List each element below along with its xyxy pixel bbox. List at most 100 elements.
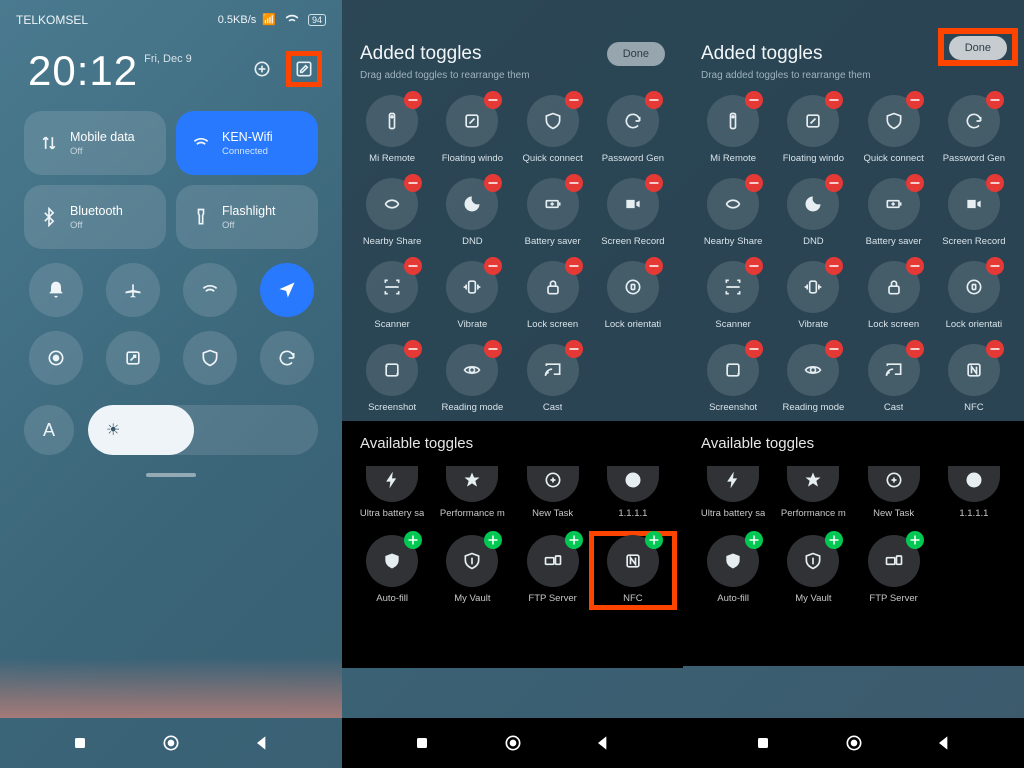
- add-badge[interactable]: [745, 531, 763, 549]
- drag-handle[interactable]: [146, 473, 196, 477]
- remove-badge[interactable]: [484, 257, 502, 275]
- toggle-new-task[interactable]: New Task: [854, 466, 934, 519]
- remove-badge[interactable]: [906, 174, 924, 192]
- toggle-screenshot[interactable]: Screenshot: [693, 344, 773, 413]
- remove-badge[interactable]: [565, 257, 583, 275]
- add-badge[interactable]: [565, 531, 583, 549]
- remove-badge[interactable]: [825, 174, 843, 192]
- toggle-vibrate[interactable]: Vibrate: [773, 261, 853, 330]
- remove-badge[interactable]: [986, 257, 1004, 275]
- remove-badge[interactable]: [745, 257, 763, 275]
- toggle-lock-screen[interactable]: Lock screen: [513, 261, 593, 330]
- toggle-nfc[interactable]: NFC: [934, 344, 1014, 413]
- nav-back[interactable]: [933, 732, 955, 754]
- toggle-shield[interactable]: [183, 331, 237, 385]
- toggle-lock-screen[interactable]: Lock screen: [854, 261, 934, 330]
- add-badge[interactable]: [825, 531, 843, 549]
- toggle-mi-remote[interactable]: Mi Remote: [352, 95, 432, 164]
- remove-badge[interactable]: [825, 257, 843, 275]
- toggle-ultra-battery[interactable]: Ultra battery sa: [693, 466, 773, 519]
- toggle-new-task[interactable]: New Task: [513, 466, 593, 519]
- remove-badge[interactable]: [484, 174, 502, 192]
- toggle-dnd[interactable]: DND: [432, 178, 512, 247]
- remove-badge[interactable]: [404, 91, 422, 109]
- toggle-my-vault[interactable]: My Vault: [773, 535, 853, 604]
- brightness-slider[interactable]: ☀: [88, 405, 318, 455]
- remove-badge[interactable]: [404, 340, 422, 358]
- toggle-floating-window[interactable]: Floating windo: [773, 95, 853, 164]
- nav-home[interactable]: [502, 732, 524, 754]
- add-badge[interactable]: [645, 531, 663, 549]
- remove-badge[interactable]: [906, 340, 924, 358]
- toggle-password-gen[interactable]: Password Gen: [593, 95, 673, 164]
- toggle-location[interactable]: [260, 263, 314, 317]
- toggle-screen-record[interactable]: Screen Record: [934, 178, 1014, 247]
- nav-recent[interactable]: [411, 732, 433, 754]
- toggle-floating[interactable]: [106, 331, 160, 385]
- remove-badge[interactable]: [484, 340, 502, 358]
- remove-badge[interactable]: [986, 174, 1004, 192]
- toggle-nfc-avail[interactable]: NFC: [593, 535, 673, 606]
- auto-brightness[interactable]: A: [24, 405, 74, 455]
- toggle-dnd[interactable]: DND: [773, 178, 853, 247]
- remove-badge[interactable]: [645, 257, 663, 275]
- remove-badge[interactable]: [645, 174, 663, 192]
- toggle-cast[interactable]: Cast: [854, 344, 934, 413]
- remove-badge[interactable]: [565, 174, 583, 192]
- toggle-ftp-server[interactable]: FTP Server: [513, 535, 593, 606]
- toggle-battery-saver[interactable]: Battery saver: [513, 178, 593, 247]
- nav-back[interactable]: [592, 732, 614, 754]
- nav-back[interactable]: [251, 732, 273, 754]
- toggle-screen-record[interactable]: Screen Record: [593, 178, 673, 247]
- toggle-cast[interactable]: Cast: [513, 344, 593, 413]
- remove-badge[interactable]: [745, 174, 763, 192]
- toggle-record[interactable]: [29, 331, 83, 385]
- add-badge[interactable]: [404, 531, 422, 549]
- toggle-one-one-one-one[interactable]: 1.1.1.1: [593, 466, 673, 519]
- nav-home[interactable]: [843, 732, 865, 754]
- toggle-auto-fill[interactable]: Auto-fill: [352, 535, 432, 606]
- toggle-scanner[interactable]: Scanner: [693, 261, 773, 330]
- toggle-bell[interactable]: [29, 263, 83, 317]
- toggle-sync[interactable]: [260, 331, 314, 385]
- remove-badge[interactable]: [986, 340, 1004, 358]
- toggle-reading-mode[interactable]: Reading mode: [773, 344, 853, 413]
- toggle-floating-window[interactable]: Floating windo: [432, 95, 512, 164]
- remove-badge[interactable]: [906, 91, 924, 109]
- remove-badge[interactable]: [404, 257, 422, 275]
- tile-flashlight[interactable]: FlashlightOff: [176, 185, 318, 249]
- toggle-screenshot[interactable]: Screenshot: [352, 344, 432, 413]
- done-button[interactable]: Done: [607, 42, 665, 66]
- toggle-auto-fill[interactable]: Auto-fill: [693, 535, 773, 604]
- remove-badge[interactable]: [565, 91, 583, 109]
- settings-icon[interactable]: [244, 51, 280, 87]
- remove-badge[interactable]: [404, 174, 422, 192]
- add-badge[interactable]: [906, 531, 924, 549]
- nav-recent[interactable]: [69, 732, 91, 754]
- toggle-performance[interactable]: Performance m: [432, 466, 512, 519]
- toggle-nearby-share[interactable]: Nearby Share: [352, 178, 432, 247]
- toggle-hotspot[interactable]: [183, 263, 237, 317]
- remove-badge[interactable]: [906, 257, 924, 275]
- remove-badge[interactable]: [825, 91, 843, 109]
- toggle-my-vault[interactable]: My Vault: [432, 535, 512, 606]
- tile-mobile-data[interactable]: Mobile dataOff: [24, 111, 166, 175]
- toggle-nearby-share[interactable]: Nearby Share: [693, 178, 773, 247]
- toggle-one-one-one-one[interactable]: 1.1.1.1: [934, 466, 1014, 519]
- remove-badge[interactable]: [745, 91, 763, 109]
- toggle-vibrate[interactable]: Vibrate: [432, 261, 512, 330]
- toggle-ftp-server[interactable]: FTP Server: [854, 535, 934, 604]
- remove-badge[interactable]: [645, 91, 663, 109]
- toggle-ultra-battery[interactable]: Ultra battery sa: [352, 466, 432, 519]
- edit-toggles-icon[interactable]: [286, 51, 322, 87]
- tile-wifi[interactable]: KEN-WifiConnected: [176, 111, 318, 175]
- toggle-lock-orientation[interactable]: Lock orientati: [934, 261, 1014, 330]
- toggle-quick-connect[interactable]: Quick connect: [854, 95, 934, 164]
- remove-badge[interactable]: [986, 91, 1004, 109]
- nav-home[interactable]: [160, 732, 182, 754]
- remove-badge[interactable]: [745, 340, 763, 358]
- toggle-battery-saver[interactable]: Battery saver: [854, 178, 934, 247]
- remove-badge[interactable]: [825, 340, 843, 358]
- nav-recent[interactable]: [752, 732, 774, 754]
- toggle-password-gen[interactable]: Password Gen: [934, 95, 1014, 164]
